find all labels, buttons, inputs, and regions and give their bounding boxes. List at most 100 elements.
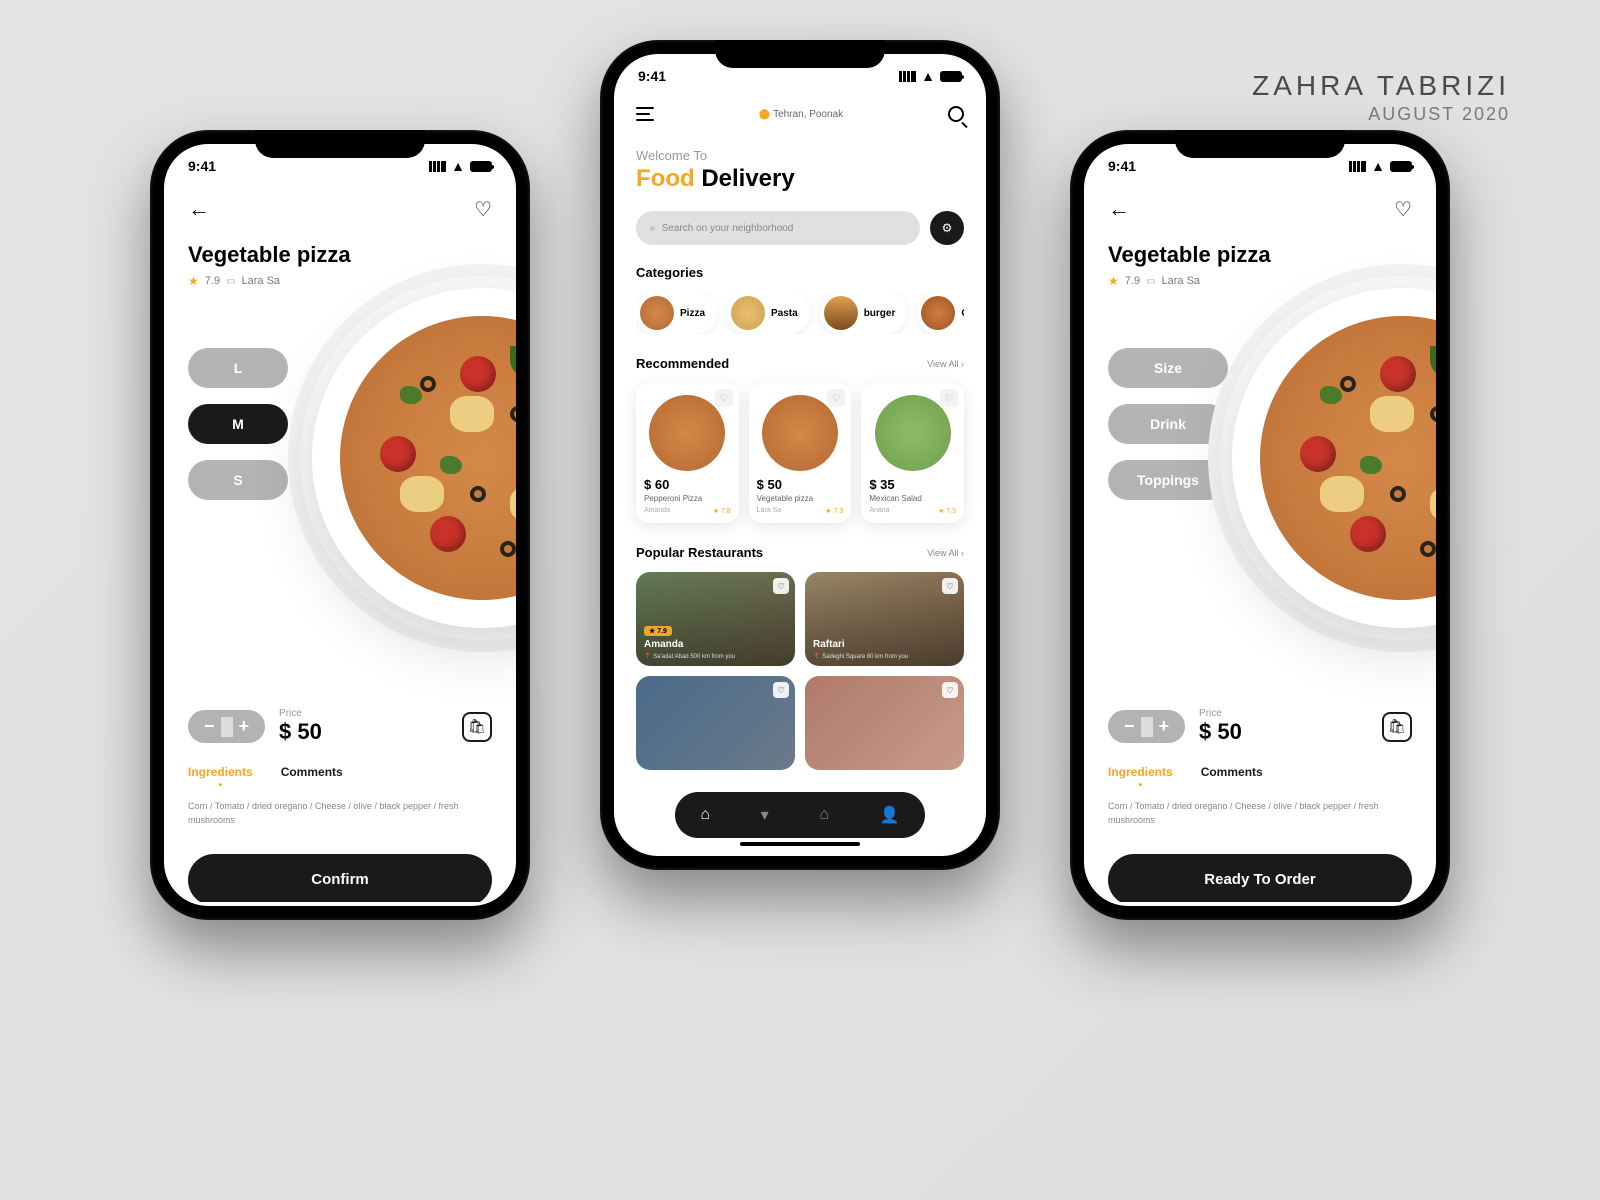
categories-heading: Categories <box>636 265 964 280</box>
tab-comments[interactable]: Comments <box>1201 765 1263 785</box>
plus-button[interactable]: + <box>233 716 256 737</box>
bookmark-icon[interactable]: ♡ <box>773 682 789 698</box>
pin-icon: ⬤ <box>759 109 770 120</box>
bookmark-icon[interactable]: ♡ <box>942 682 958 698</box>
restaurant-icon: ▭ <box>1146 276 1155 287</box>
battery-icon <box>1390 161 1412 172</box>
cart-button[interactable]: 🛍 <box>1382 712 1412 742</box>
tab-comments[interactable]: Comments <box>281 765 343 785</box>
nav-profile-icon[interactable]: 👤 <box>880 805 900 825</box>
welcome-line2: Food Delivery <box>636 165 964 193</box>
plus-button[interactable]: + <box>1153 716 1176 737</box>
popular-heading: Popular Restaurants <box>636 545 763 560</box>
ingredients-text: Corn / Tomato / dried oregano / Cheese /… <box>188 799 492 828</box>
product-image <box>312 288 516 628</box>
option-drink-button[interactable]: Drink <box>1108 404 1228 444</box>
restaurant-card-4[interactable]: ♡ <box>805 676 964 770</box>
viewall-popular[interactable]: View All › <box>927 548 964 558</box>
bookmark-icon[interactable]: ♡ <box>773 578 789 594</box>
minus-button[interactable]: − <box>1118 716 1141 737</box>
star-icon: ★ <box>1108 274 1119 288</box>
phone-options: 9:41 ▲ ← ♡ Vegetable pizza ★ 7.9 ▭ Lara … <box>1070 130 1450 920</box>
product-title: Vegetable pizza <box>188 242 492 268</box>
restaurant-card-2[interactable]: ♡ Raftari 📍 Sadeghi Square 80 km from yo… <box>805 572 964 666</box>
signal-icon <box>1349 161 1366 172</box>
product-title: Vegetable pizza <box>1108 242 1412 268</box>
price-value: $ 50 <box>279 719 322 745</box>
tab-ingredients[interactable]: Ingredients <box>1108 765 1173 785</box>
home-indicator <box>740 842 860 846</box>
size-m-button[interactable]: M <box>188 404 288 444</box>
bookmark-button[interactable]: ♡ <box>1394 197 1412 222</box>
credit-block: ZAHRA TABRIZI AUGUST 2020 <box>1252 70 1510 125</box>
star-icon: ★ <box>188 274 199 288</box>
signal-icon <box>429 161 446 172</box>
category-pizza[interactable]: Pizza <box>636 292 717 334</box>
filter-button[interactable]: ⚙ <box>930 211 964 245</box>
rec-card-2[interactable]: ♡ $ 50 Vegetable pizza Lara Sa★ 7.9 <box>749 383 852 523</box>
back-button[interactable]: ← <box>1108 196 1130 222</box>
restaurant-card-3[interactable]: ♡ <box>636 676 795 770</box>
category-pasta[interactable]: Pasta <box>727 292 810 334</box>
notch <box>715 40 885 68</box>
search-input[interactable]: ⌕Search on your neighborhood <box>636 211 920 245</box>
phone-size-select: 9:41 ▲ ← ♡ Vegetable pizza ★ 7.9 ▭ Lara … <box>150 130 530 920</box>
size-l-button[interactable]: L <box>188 348 288 388</box>
minus-button[interactable]: − <box>198 716 221 737</box>
restaurant-name: Lara Sa <box>242 275 281 287</box>
tab-ingredients[interactable]: Ingredients <box>188 765 253 785</box>
author-name: ZAHRA TABRIZI <box>1252 70 1510 102</box>
nav-bookmark-icon[interactable]: ▾ <box>761 805 769 825</box>
status-time: 9:41 <box>638 68 666 84</box>
recommended-heading: Recommended <box>636 356 729 371</box>
rating-value: 7.9 <box>1125 275 1140 287</box>
ingredients-text: Corn / Tomato / dried oregano / Cheese /… <box>1108 799 1412 828</box>
price-value: $ 50 <box>1199 719 1242 745</box>
wifi-icon: ▲ <box>451 158 465 174</box>
notch <box>255 130 425 158</box>
product-image <box>1232 288 1436 628</box>
rating-badge: ★ 7.9 <box>644 626 672 636</box>
author-date: AUGUST 2020 <box>1252 104 1510 125</box>
bookmark-icon[interactable]: ♡ <box>940 389 958 407</box>
menu-button[interactable] <box>636 107 654 121</box>
battery-icon <box>470 161 492 172</box>
search-icon: ⌕ <box>650 223 656 234</box>
viewall-recommended[interactable]: View All › <box>927 359 964 369</box>
category-burger[interactable]: burger <box>820 292 908 334</box>
option-size-button[interactable]: Size <box>1108 348 1228 388</box>
confirm-button[interactable]: Confirm <box>188 854 492 902</box>
price-label: Price <box>279 708 322 719</box>
restaurant-icon: ▭ <box>226 276 235 287</box>
restaurant-name: Lara Sa <box>1162 275 1201 287</box>
location-display[interactable]: ⬤Tehran, Poonak <box>759 109 843 120</box>
rec-card-1[interactable]: ♡ $ 60 Pepperoni Pizza Amanda★ 7.8 <box>636 383 739 523</box>
status-time: 9:41 <box>1108 158 1136 174</box>
status-time: 9:41 <box>188 158 216 174</box>
back-button[interactable]: ← <box>188 196 210 222</box>
quantity-stepper[interactable]: − + <box>188 710 265 743</box>
welcome-line1: Welcome To <box>636 148 964 163</box>
wifi-icon: ▲ <box>1371 158 1385 174</box>
ready-order-button[interactable]: Ready To Order <box>1108 854 1412 902</box>
nav-home-icon[interactable]: ⌂ <box>700 806 710 824</box>
notch <box>1175 130 1345 158</box>
price-label: Price <box>1199 708 1242 719</box>
size-s-button[interactable]: S <box>188 460 288 500</box>
restaurant-card-1[interactable]: ♡ ★ 7.9 Amanda 📍 Sa'adat Abad 500 km fro… <box>636 572 795 666</box>
rating-value: 7.9 <box>205 275 220 287</box>
bookmark-button[interactable]: ♡ <box>474 197 492 222</box>
phone-home: 9:41 ▲ ⬤Tehran, Poonak Welcome To Food D… <box>600 40 1000 870</box>
battery-icon <box>940 71 962 82</box>
cart-button[interactable]: 🛍 <box>462 712 492 742</box>
rec-card-3[interactable]: ♡ $ 35 Mexican Salad Ariana★ 7.5 <box>861 383 964 523</box>
signal-icon <box>899 71 916 82</box>
bottom-nav: ⌂ ▾ ⌂ 👤 <box>675 792 925 838</box>
category-chicken[interactable]: Chicken <box>917 292 964 334</box>
bookmark-icon[interactable]: ♡ <box>942 578 958 594</box>
search-button[interactable] <box>948 106 964 122</box>
quantity-stepper[interactable]: − + <box>1108 710 1185 743</box>
nav-store-icon[interactable]: ⌂ <box>819 806 829 824</box>
option-toppings-button[interactable]: Toppings <box>1108 460 1228 500</box>
wifi-icon: ▲ <box>921 68 935 84</box>
